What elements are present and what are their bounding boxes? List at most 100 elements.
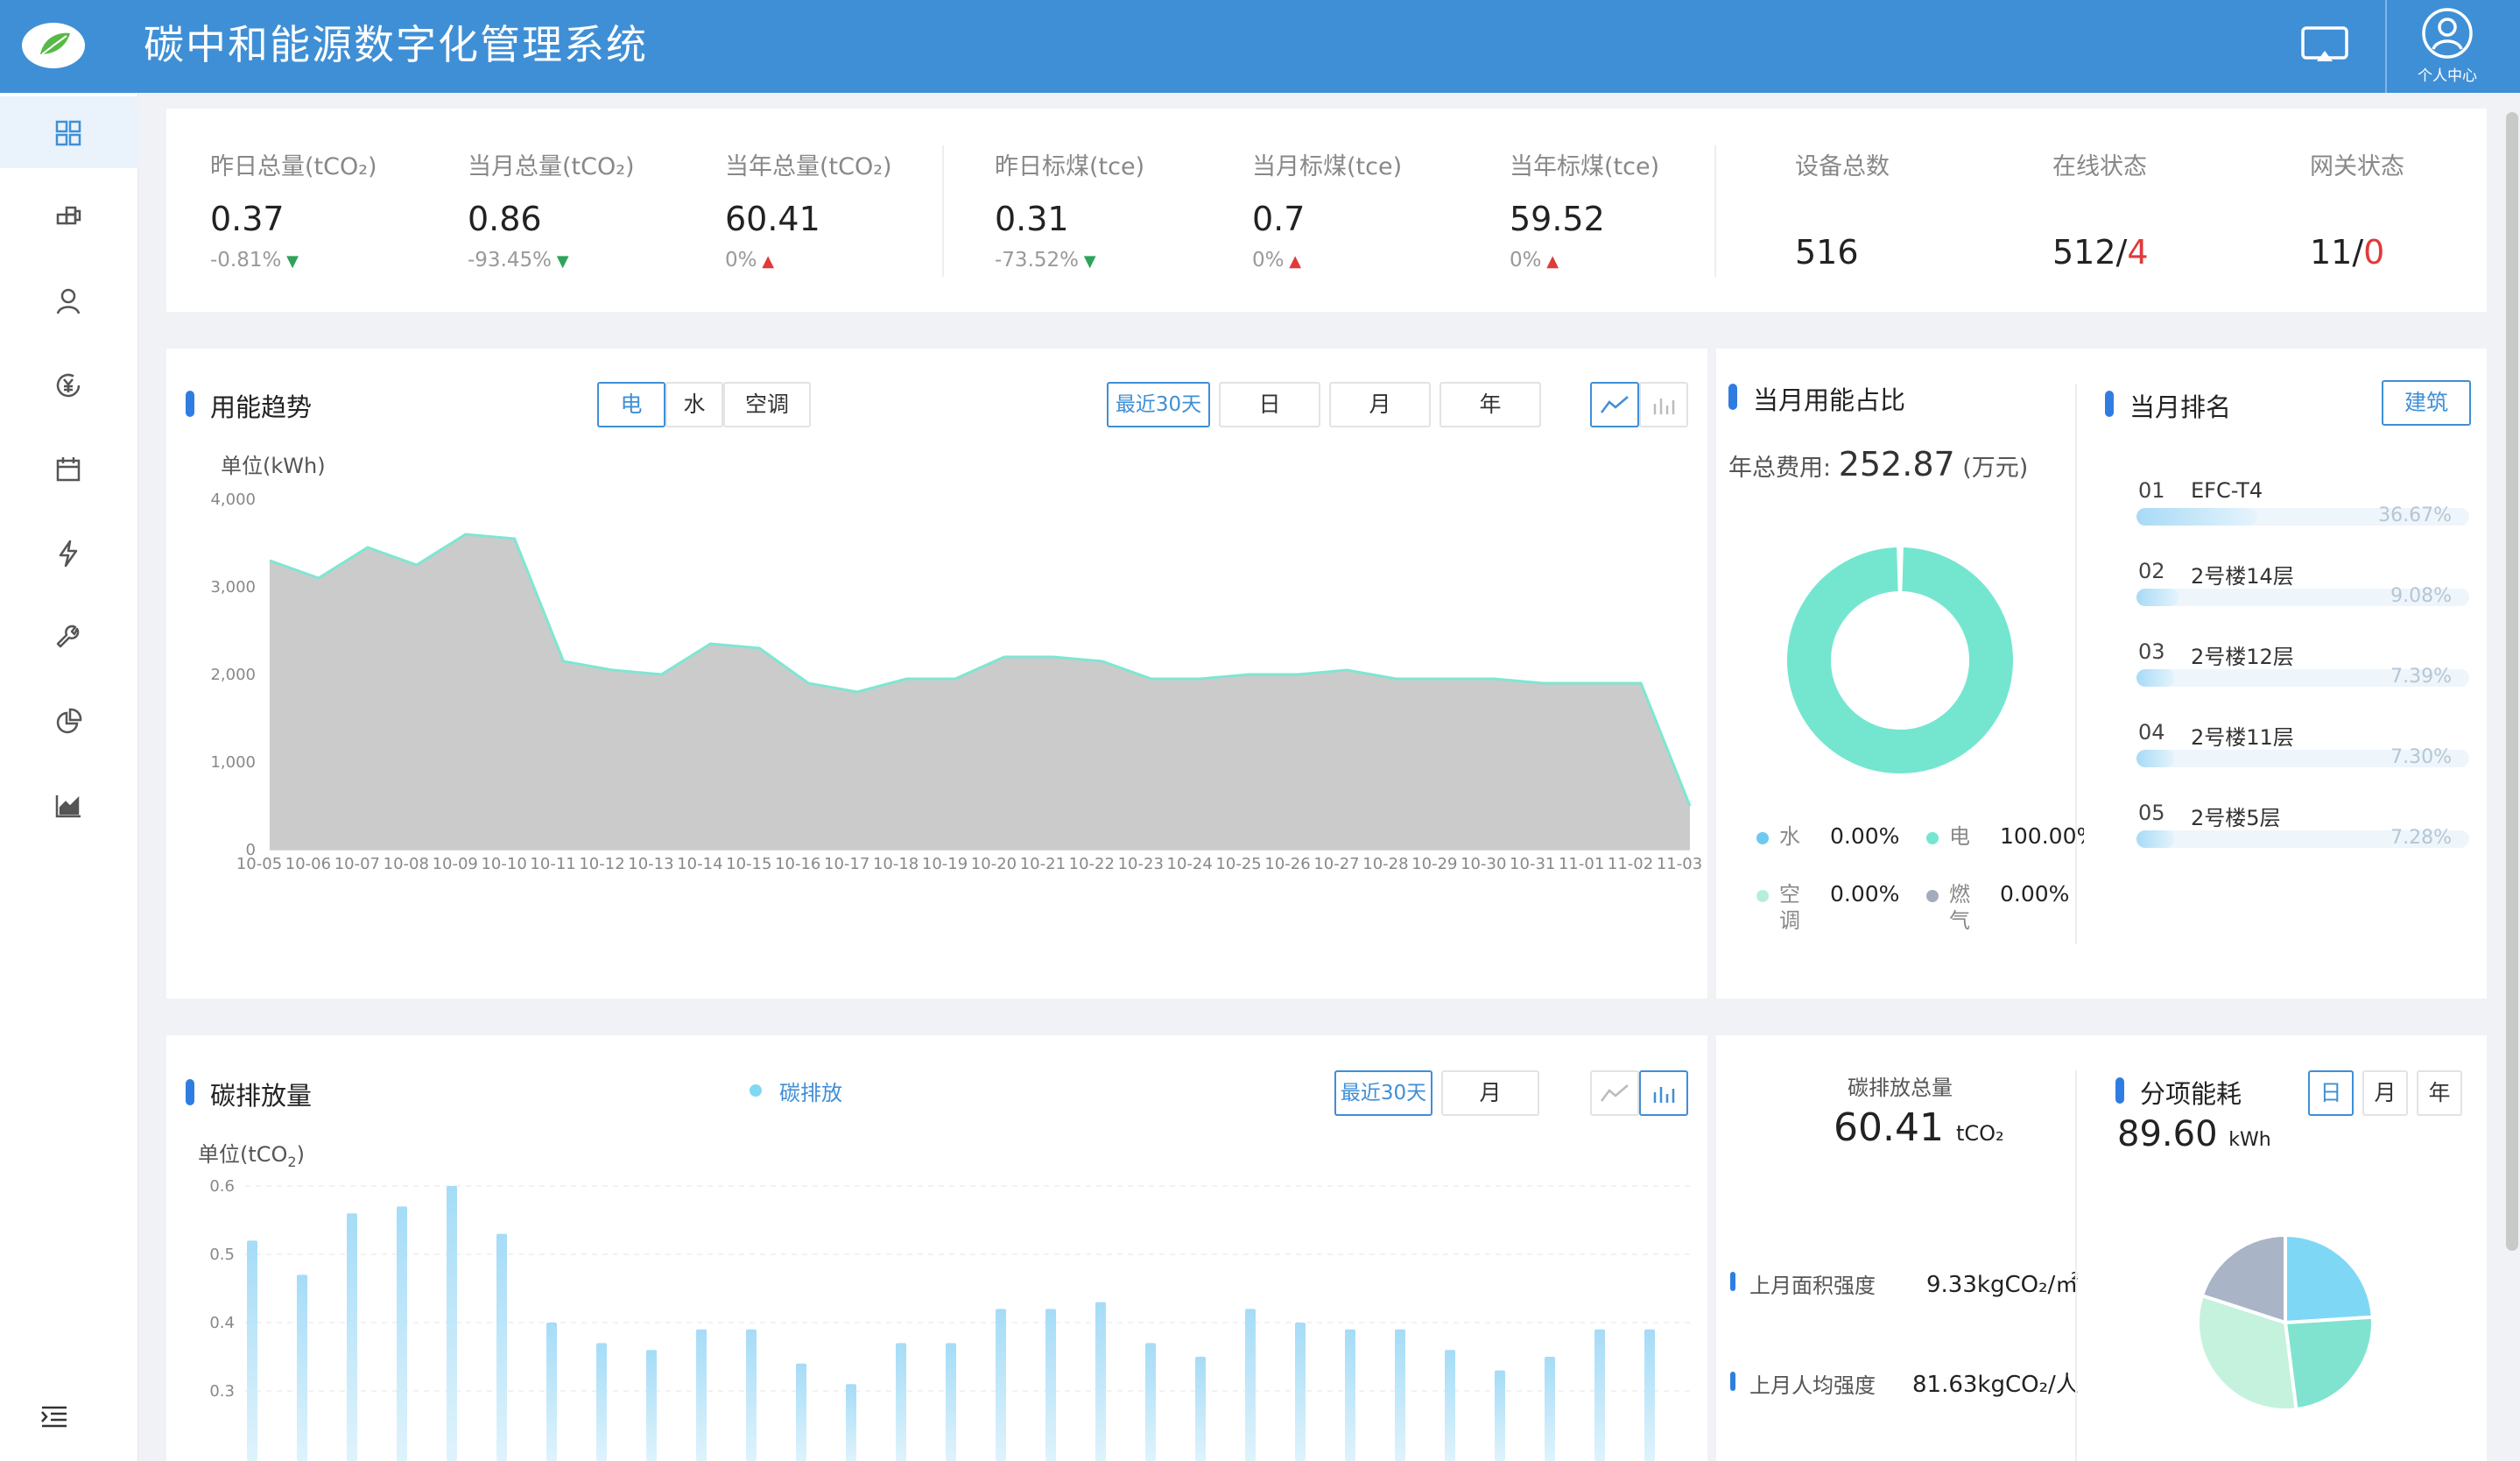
screen-display-icon[interactable]	[2294, 18, 2355, 72]
carbon-bar	[546, 1323, 557, 1461]
x-tick-label: 10-28	[1362, 855, 1408, 873]
carbon-divider	[2075, 1070, 2077, 1461]
sidebar-item-user[interactable]	[0, 265, 138, 336]
rank-percent: 36.67%	[2378, 505, 2452, 526]
sidebar-item-blocks[interactable]	[0, 180, 138, 252]
energy-ratio-title: 当月用能占比	[1728, 380, 1905, 417]
tab-electricity[interactable]: 电	[597, 382, 665, 427]
x-tick-label: 10-27	[1313, 855, 1359, 873]
energy-trend-chart: 01,0002,0003,0004,00010-05 10-06 10-07 10-0…	[210, 491, 1702, 873]
pie-icon	[56, 708, 82, 734]
pie-slice	[2283, 1315, 2375, 1412]
x-tick-label: 10-16	[775, 855, 820, 873]
carbon-total-value: 60.41 tCO₂	[1834, 1105, 2004, 1150]
rank-bar-fill	[2136, 589, 2179, 606]
bar-chart-toggle[interactable]	[1639, 382, 1688, 427]
ranking-title: 当月排名	[2105, 387, 2231, 424]
carbon-bar	[397, 1206, 407, 1461]
tab-aircon[interactable]: 空调	[723, 382, 811, 427]
sidebar-item-energy[interactable]	[0, 517, 138, 589]
carbon-tab-last-30-days[interactable]: 最近30天	[1334, 1070, 1432, 1116]
carbon-emission-title: 碳排放量	[186, 1076, 312, 1112]
stat-label: 当月标煤(tce)	[1252, 153, 1403, 180]
carbon-line-toggle[interactable]	[1590, 1070, 1639, 1116]
legend-value: 0.00%	[2000, 881, 2070, 907]
stat-change: -0.81% ▼	[210, 249, 299, 272]
user-center-label: 个人中心	[2418, 67, 2477, 85]
sidebar-item-maintenance[interactable]	[0, 601, 138, 673]
carbon-bar	[1145, 1343, 1156, 1461]
sub-energy-title: 分项能耗	[2115, 1074, 2242, 1111]
carbon-bar	[646, 1350, 657, 1461]
sidebar-item-report[interactable]	[0, 769, 138, 841]
sidebar-collapse-button[interactable]	[0, 1380, 138, 1452]
tab-month[interactable]: 月	[1329, 382, 1431, 427]
carbon-unit-end: )	[296, 1142, 305, 1167]
yen-cycle-icon	[56, 373, 81, 398]
rank-name: 2号楼12层	[2191, 645, 2294, 669]
online-status-value: 512/4	[2052, 233, 2149, 272]
user-avatar-icon	[2422, 8, 2473, 59]
sub-energy-tab-day[interactable]: 日	[2308, 1070, 2354, 1116]
stat-change-value: -73.52%	[995, 249, 1079, 272]
carbon-unit-text: 单位(tCO	[198, 1142, 288, 1167]
sidebar-item-dashboard[interactable]	[0, 96, 138, 168]
sidebar-item-cost[interactable]	[0, 349, 138, 420]
stat-label: 当年标煤(tce)	[1510, 153, 1660, 180]
x-tick-label: 10-31	[1510, 855, 1555, 873]
carbon-bar	[1495, 1370, 1505, 1461]
x-tick-label: 10-13	[628, 855, 673, 873]
line-chart-toggle[interactable]	[1590, 382, 1639, 427]
sub-energy-value: 89.60 kWh	[2117, 1114, 2271, 1154]
user-icon	[56, 288, 81, 314]
carbon-bar	[1594, 1329, 1605, 1461]
stat-change: 0% ▲	[1252, 249, 1301, 272]
sidebar-item-calendar[interactable]	[0, 433, 138, 505]
x-tick-label: 11-01	[1559, 855, 1604, 873]
carbon-bar	[1295, 1323, 1306, 1461]
sub-energy-tab-year[interactable]: 年	[2417, 1070, 2462, 1116]
pie-slice	[2284, 1232, 2375, 1325]
carbon-total-label: 碳排放总量	[1848, 1076, 1953, 1100]
person-intensity-value: 81.63kgCO₂/人	[1912, 1372, 2079, 1398]
carbon-bar	[1095, 1302, 1106, 1461]
rank-bar-fill	[2136, 750, 2175, 767]
rank-number: 01	[2138, 478, 2165, 503]
page-scrollbar[interactable]	[2506, 112, 2518, 1251]
tab-last-30-days[interactable]: 最近30天	[1107, 382, 1210, 427]
carbon-tab-month[interactable]: 月	[1441, 1070, 1539, 1116]
sub-energy-unit: kWh	[2228, 1129, 2271, 1151]
rank-number: 05	[2138, 801, 2165, 825]
x-tick-label: 10-08	[384, 855, 429, 873]
tab-year[interactable]: 年	[1439, 382, 1541, 427]
sidebar-item-analysis[interactable]	[0, 685, 138, 757]
carbon-legend-dot	[750, 1084, 762, 1097]
y-tick-label: 0.6	[209, 1177, 235, 1196]
stat-change-value: 0%	[1252, 249, 1285, 272]
trend-down-icon: ▼	[1079, 252, 1096, 271]
carbon-legend-label: 碳排放	[779, 1081, 842, 1105]
gateway-status-value: 11/0	[2310, 233, 2384, 272]
tab-day[interactable]: 日	[1219, 382, 1320, 427]
y-tick-label: 1,000	[210, 753, 256, 772]
person-intensity-label: 上月人均强度	[1749, 1373, 1876, 1398]
tab-water[interactable]: 水	[665, 382, 723, 427]
x-tick-label: 10-07	[334, 855, 380, 873]
app-title: 碳中和能源数字化管理系统	[144, 21, 648, 68]
legend-name: 空调	[1779, 882, 1800, 933]
carbon-emission-card: 碳排放量 碳排放 最近30天 月 单位(tCO2) 0.6 0.5 0.4 0.3	[166, 1035, 1707, 1461]
rank-number: 04	[2138, 720, 2165, 745]
rank-number: 02	[2138, 559, 2165, 583]
ranking-filter-button[interactable]: 建筑	[2382, 380, 2471, 426]
carbon-bar-toggle[interactable]	[1639, 1070, 1688, 1116]
x-tick-label: 10-29	[1411, 855, 1457, 873]
x-tick-label: 10-10	[481, 855, 526, 873]
dashboard-grid-icon	[55, 120, 81, 146]
sub-energy-tab-month[interactable]: 月	[2362, 1070, 2408, 1116]
stat-value: 60.41	[725, 200, 820, 238]
legend-dot	[1926, 890, 1939, 902]
x-tick-label: 10-17	[824, 855, 869, 873]
user-center-button[interactable]: 个人中心	[2399, 5, 2495, 89]
carbon-bar	[1245, 1309, 1256, 1461]
rank-name: 2号楼11层	[2191, 725, 2294, 750]
